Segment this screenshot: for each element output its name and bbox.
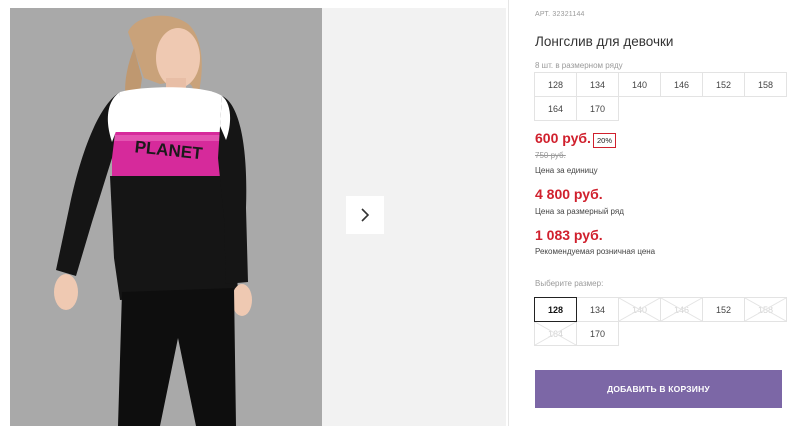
size-series-grid: 128 134 140 146 152 158 164 170: [534, 72, 787, 121]
series-size-cell: 146: [660, 72, 703, 97]
size-series-label: 8 шт. в размерном ряду: [535, 61, 623, 70]
series-size-cell: 152: [702, 72, 745, 97]
retail-price: 1 083 руб.: [535, 227, 603, 243]
unit-price: 600 руб.: [535, 130, 591, 146]
size-option-164[interactable]: 164: [534, 321, 577, 346]
size-picker: 128 134 140 146 152 158 164 170: [534, 297, 787, 346]
size-option-146[interactable]: 146: [660, 297, 703, 322]
size-option-170[interactable]: 170: [576, 321, 619, 346]
unavailable-cross-icon: [535, 322, 576, 345]
unavailable-cross-icon: [619, 298, 660, 321]
girl-longsleeve-illustration: PLANET: [54, 15, 252, 426]
series-size-cell: 134: [576, 72, 619, 97]
size-option-158[interactable]: 158: [744, 297, 787, 322]
unit-price-label: Цена за единицу: [535, 166, 598, 175]
size-option-128[interactable]: 128: [534, 297, 577, 322]
series-size-cell: 170: [576, 96, 619, 121]
panel-divider: [508, 0, 509, 426]
unavailable-cross-icon: [661, 298, 702, 321]
chevron-right-icon: [361, 208, 370, 222]
choose-size-label: Выберите размер:: [535, 279, 604, 288]
series-price: 4 800 руб.: [535, 186, 603, 202]
size-option-134[interactable]: 134: [576, 297, 619, 322]
discount-badge: 20%: [593, 133, 617, 148]
add-to-cart-button[interactable]: ДОБАВИТЬ В КОРЗИНУ: [535, 370, 782, 408]
retail-price-label: Рекомендуемая розничная цена: [535, 247, 656, 256]
size-option-140[interactable]: 140: [618, 297, 661, 322]
unavailable-cross-icon: [745, 298, 786, 321]
next-image-button[interactable]: [346, 196, 384, 234]
article-number: АРТ. 32321144: [535, 11, 585, 18]
series-price-label: Цена за размерный ряд: [535, 207, 624, 216]
series-size-cell: 164: [534, 96, 577, 121]
product-title: Лонгслив для девочки: [535, 34, 674, 49]
series-size-cell: 140: [618, 72, 661, 97]
size-option-152[interactable]: 152: [702, 297, 745, 322]
series-size-cell: 158: [744, 72, 787, 97]
series-size-cell: 128: [534, 72, 577, 97]
product-photo: PLANET: [10, 8, 322, 426]
old-price: 750 руб.: [535, 151, 566, 160]
product-gallery: PLANET: [0, 0, 510, 426]
